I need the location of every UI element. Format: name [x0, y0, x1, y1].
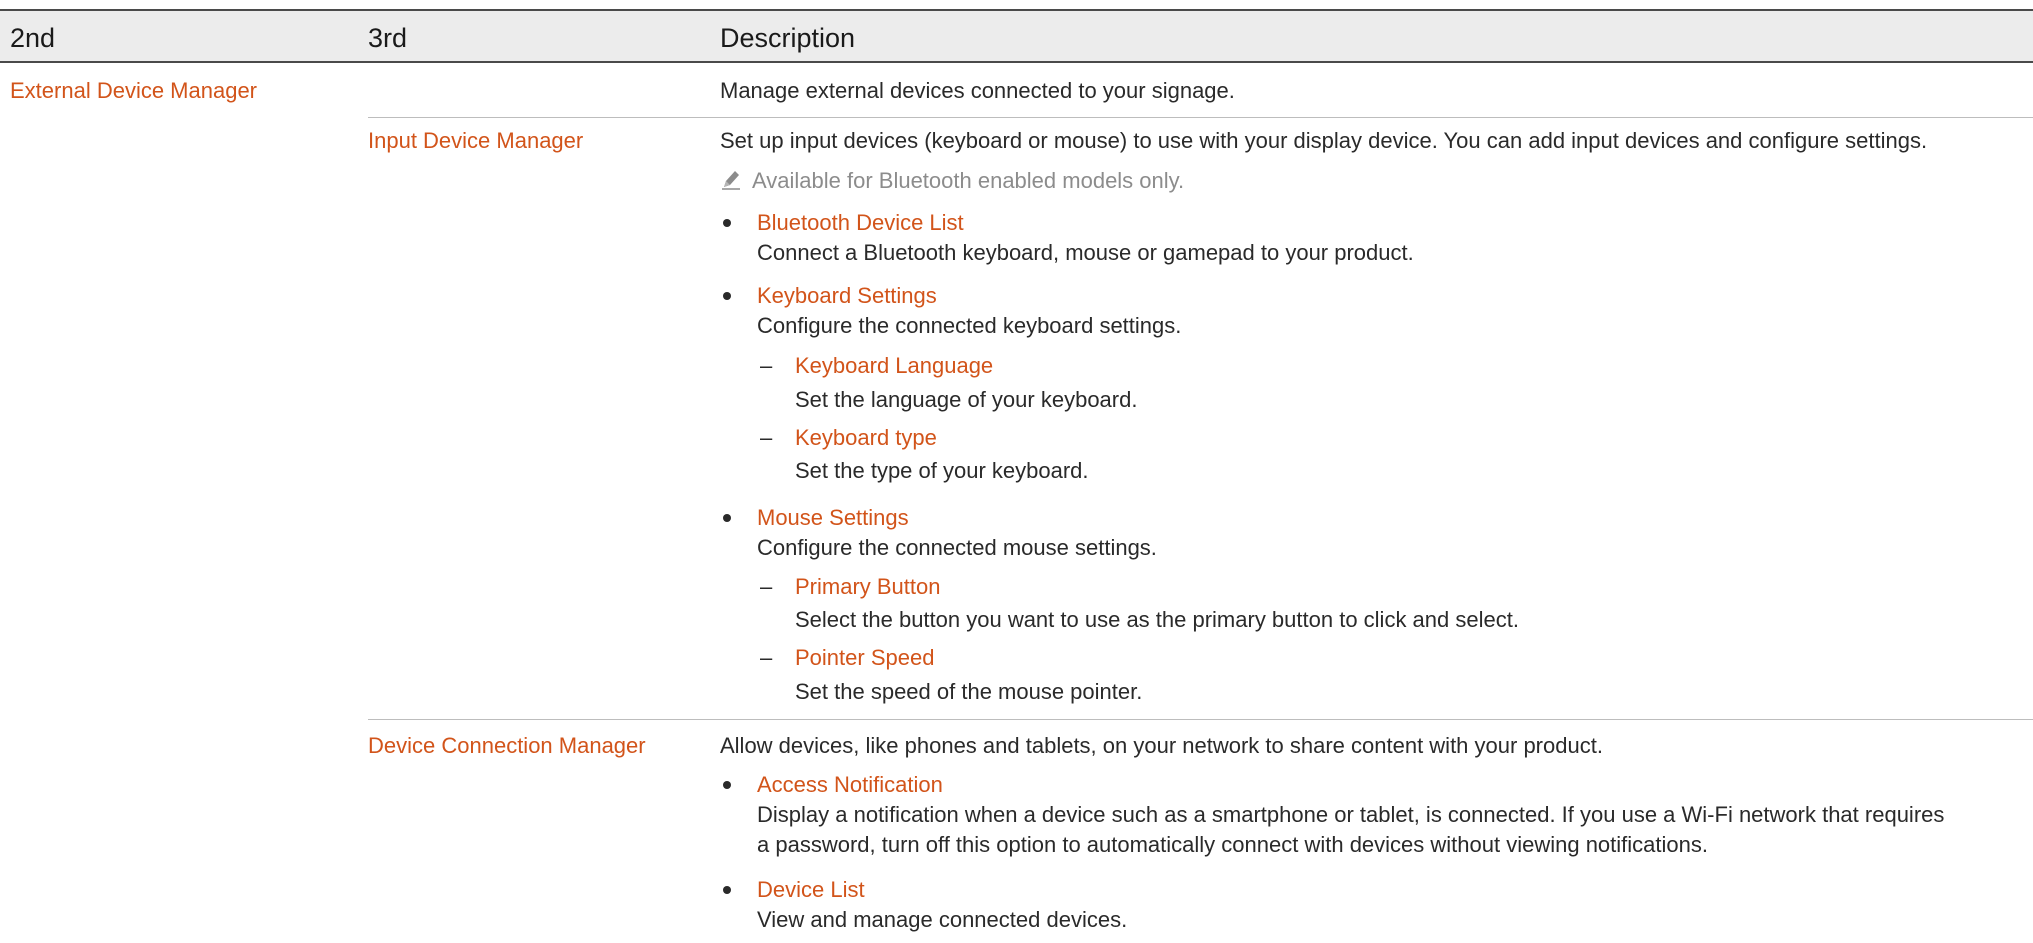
device-connection-manager-link[interactable]: Device Connection Manager	[368, 733, 646, 759]
mouse-settings-link[interactable]: Mouse Settings	[757, 505, 909, 531]
access-notification-description-line2: a password, turn off this option to auto…	[757, 832, 1708, 857]
bullet-icon	[723, 219, 731, 227]
bullet-icon	[723, 781, 731, 789]
dash-marker: –	[760, 574, 773, 599]
table-header: 2nd 3rd Description	[0, 9, 2033, 63]
primary-button-link[interactable]: Primary Button	[795, 574, 941, 600]
keyboard-language-description: Set the language of your keyboard.	[795, 387, 1138, 412]
external-device-manager-description: Manage external devices connected to you…	[720, 78, 1235, 103]
device-list-description: View and manage connected devices.	[757, 907, 1128, 932]
keyboard-type-link[interactable]: Keyboard type	[795, 425, 937, 451]
header-3rd: 3rd	[368, 23, 408, 53]
keyboard-settings-link[interactable]: Keyboard Settings	[757, 283, 937, 309]
dash-marker: –	[760, 425, 773, 450]
bluetooth-device-list-link[interactable]: Bluetooth Device List	[757, 210, 964, 236]
input-device-manager-link[interactable]: Input Device Manager	[368, 128, 583, 154]
bullet-icon	[723, 514, 731, 522]
input-device-manager-description: Set up input devices (keyboard or mouse)…	[720, 128, 1928, 153]
device-list-link[interactable]: Device List	[757, 877, 865, 903]
bluetooth-device-list-description: Connect a Bluetooth keyboard, mouse or g…	[757, 240, 1414, 265]
bullet-icon	[723, 886, 731, 894]
settings-table: 2nd 3rd Description External Device Mana…	[0, 0, 2033, 943]
row-divider	[368, 117, 2033, 118]
primary-button-description: Select the button you want to use as the…	[795, 607, 1519, 632]
bullet-icon	[723, 292, 731, 300]
dash-marker: –	[760, 353, 773, 378]
keyboard-type-description: Set the type of your keyboard.	[795, 458, 1089, 483]
header-description: Description	[720, 23, 856, 53]
pencil-icon	[722, 171, 740, 190]
mouse-settings-description: Configure the connected mouse settings.	[757, 535, 1157, 560]
pointer-speed-description: Set the speed of the mouse pointer.	[795, 679, 1143, 704]
bluetooth-note: Available for Bluetooth enabled models o…	[752, 168, 1185, 193]
keyboard-language-link[interactable]: Keyboard Language	[795, 353, 993, 379]
access-notification-link[interactable]: Access Notification	[757, 772, 943, 798]
pointer-speed-link[interactable]: Pointer Speed	[795, 645, 934, 671]
device-connection-manager-description: Allow devices, like phones and tablets, …	[720, 733, 1603, 758]
row-divider	[368, 719, 2033, 720]
keyboard-settings-description: Configure the connected keyboard setting…	[757, 313, 1182, 338]
dash-marker: –	[760, 645, 773, 670]
access-notification-description-line1: Display a notification when a device suc…	[757, 802, 1945, 827]
header-2nd: 2nd	[10, 23, 56, 53]
external-device-manager-link[interactable]: External Device Manager	[10, 78, 257, 104]
